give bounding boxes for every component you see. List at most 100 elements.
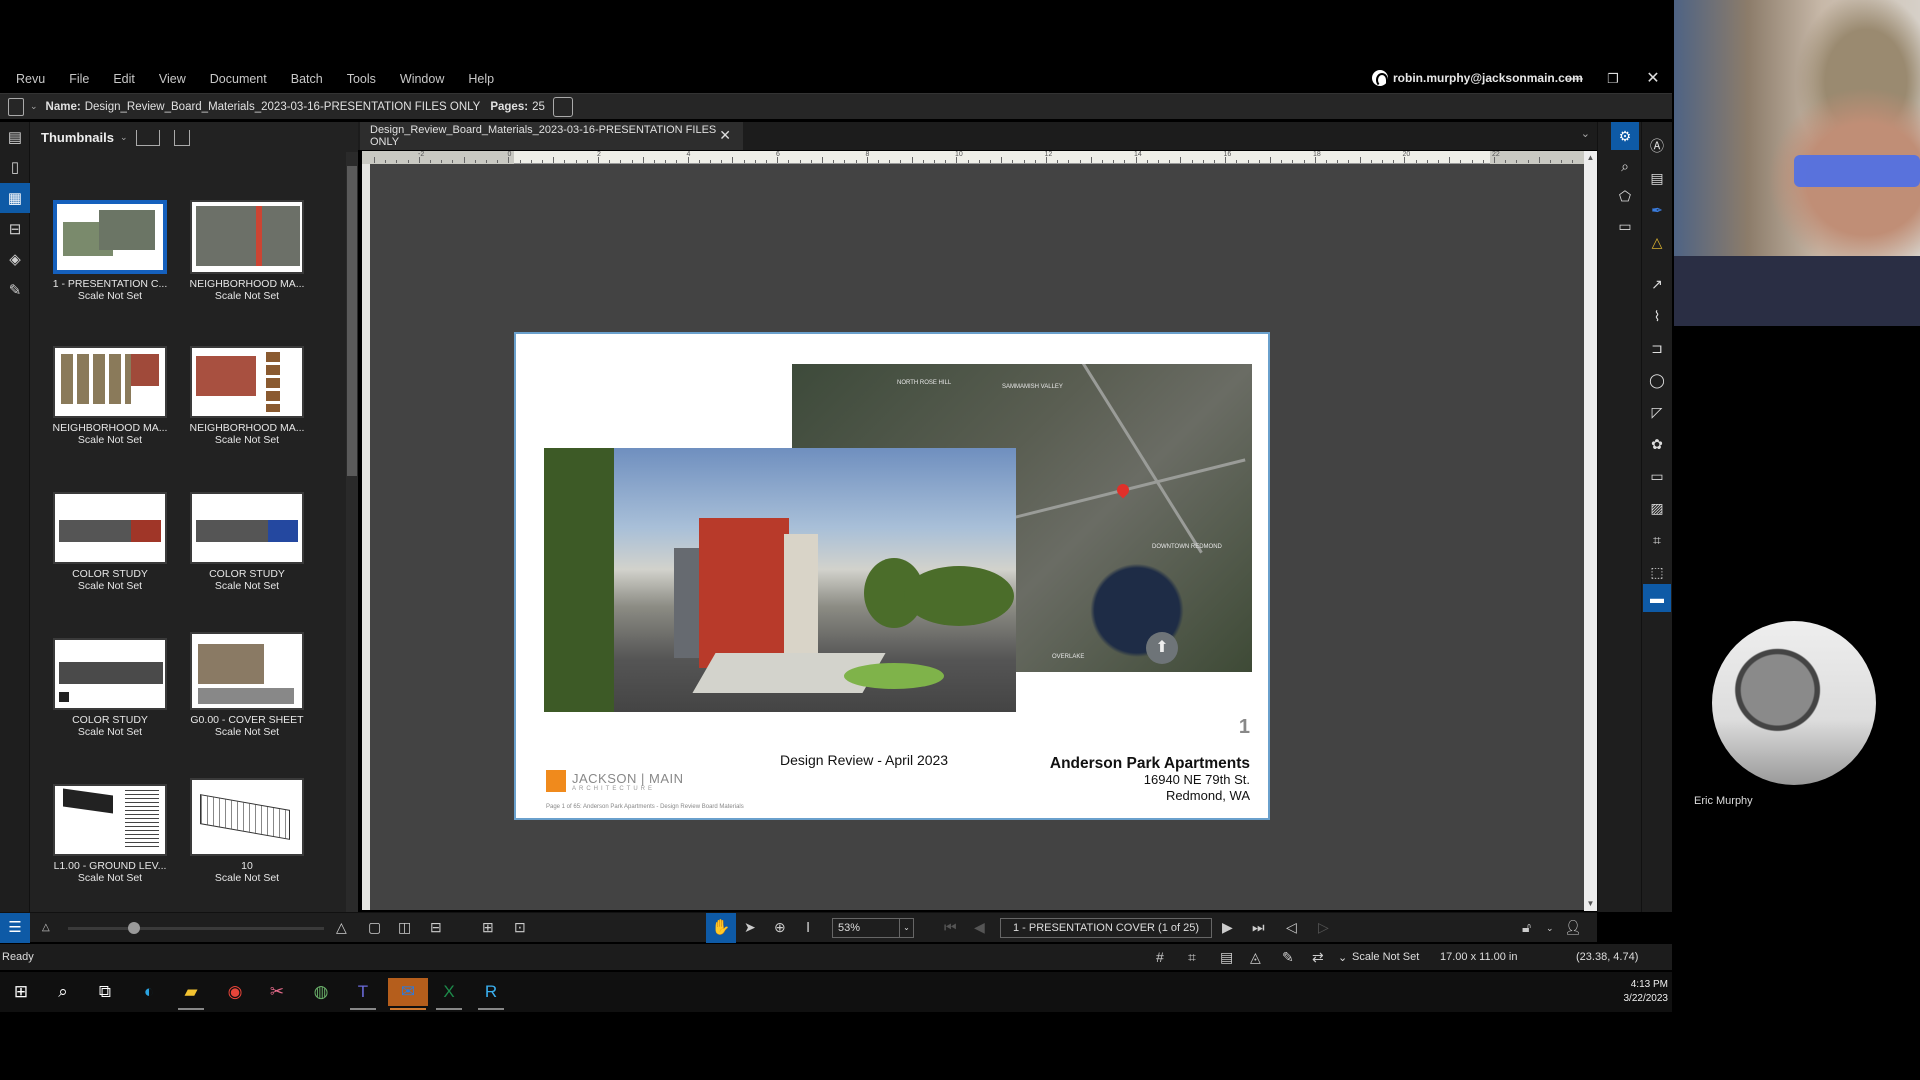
maps-icon[interactable]: ◍ (306, 978, 336, 1006)
grid-icon[interactable]: # (1156, 949, 1164, 965)
menu-revu[interactable]: Revu (16, 72, 45, 86)
menu-edit[interactable]: Edit (113, 72, 135, 86)
thumbnail-page-10[interactable]: 10 Scale Not Set (187, 778, 307, 884)
file-access-icon[interactable]: ▤ (0, 122, 30, 152)
search-icon[interactable]: ⌕ (1611, 152, 1639, 180)
thumbnail-page-8[interactable]: G0.00 - COVER SHEET Scale Not Set (187, 632, 307, 738)
last-page-icon[interactable]: ⏭ (1252, 919, 1265, 936)
polygon-icon[interactable]: ◸ (1643, 398, 1671, 426)
thumbnail-settings-icon[interactable] (174, 130, 190, 146)
pdf-properties-icon[interactable] (552, 96, 573, 117)
edge-icon[interactable]: ◐ (134, 978, 164, 1006)
thumbnail-page-7[interactable]: COLOR STUDY Scale Not Set (50, 638, 170, 738)
reuse-icon[interactable]: ✎ (1282, 949, 1294, 966)
thumbnails-icon[interactable]: ▦ (0, 183, 30, 213)
image-icon[interactable]: ▨ (1643, 494, 1671, 522)
thumbnail-size-icon[interactable] (136, 130, 160, 146)
studio-account[interactable]: robin.murphy@jacksonmain.com (1372, 70, 1583, 87)
note-icon[interactable]: ▤ (1643, 164, 1671, 192)
split-vertical-icon[interactable]: ◫ (398, 919, 411, 936)
menu-batch[interactable]: Batch (291, 72, 323, 86)
studio-icon[interactable]: ⬠ (1611, 182, 1639, 210)
snap-grid-icon[interactable]: ⌗ (1188, 949, 1196, 966)
snapshot-icon[interactable]: ⬚ (1643, 558, 1671, 586)
ellipse-icon[interactable]: ◯ (1643, 366, 1671, 394)
thumbnail-page-9[interactable]: L1.00 - GROUND LEV... Scale Not Set (50, 784, 170, 884)
thumbnail-page-4[interactable]: NEIGHBORHOOD MA... Scale Not Set (187, 346, 307, 446)
previous-view-icon[interactable]: ◁ (1286, 919, 1297, 936)
thumbnail-page-1[interactable]: 1 - PRESENTATION C... Scale Not Set (50, 200, 170, 302)
snipping-tool-icon[interactable]: ✂ (262, 978, 292, 1006)
text-box-icon[interactable]: Ⓐ (1643, 132, 1671, 160)
layers-icon[interactable]: ◈ (0, 244, 30, 274)
user-icon[interactable]: 👤︎ (1564, 919, 1582, 936)
callout-icon[interactable]: ⊐ (1643, 334, 1671, 362)
zoom-level-select[interactable]: 53% ⌄ (832, 918, 914, 938)
system-clock[interactable]: 4:13 PM 3/22/2023 (1620, 978, 1669, 1006)
close-tab-icon[interactable]: ✕ (719, 127, 731, 144)
scroll-up-icon[interactable]: ▲ (1586, 153, 1595, 163)
pan-tool-icon[interactable]: ✋ (706, 913, 736, 943)
sync-icon[interactable]: ⇄ (1312, 949, 1324, 966)
next-view-icon[interactable]: ▷ (1318, 919, 1329, 936)
excel-icon[interactable]: X (434, 978, 464, 1010)
lock-icon[interactable]: 🔓︎ (1522, 919, 1531, 936)
minimize-button[interactable]: — (1560, 68, 1590, 90)
thumbnail-page-2[interactable]: NEIGHBORHOOD MA... Scale Not Set (187, 200, 307, 302)
fit-width-icon[interactable]: ⊡ (514, 919, 526, 936)
menu-window[interactable]: Window (400, 72, 444, 86)
outlook-icon[interactable]: ✉ (388, 978, 428, 1010)
menu-help[interactable]: Help (468, 72, 494, 86)
polyline-icon[interactable]: ⌇ (1643, 302, 1671, 330)
thumbnails-scrollbar[interactable] (346, 152, 358, 912)
slider-knob[interactable] (128, 922, 140, 934)
thumbnail-page-5[interactable]: COLOR STUDY Scale Not Set (50, 492, 170, 592)
fit-page-icon[interactable]: ⊞ (482, 919, 494, 936)
close-button[interactable]: ✕ (1638, 68, 1668, 90)
crop-icon[interactable]: ⌗ (1643, 526, 1671, 554)
chrome-icon[interactable]: ◉ (220, 978, 250, 1006)
menu-view[interactable]: View (159, 72, 186, 86)
cloud-icon[interactable]: ✿ (1643, 430, 1671, 458)
select-text-icon[interactable]: Ⅰ (806, 919, 810, 936)
select-tool-icon[interactable]: ➤ (744, 919, 756, 936)
document-icon[interactable] (8, 97, 24, 116)
menu-tools[interactable]: Tools (347, 72, 376, 86)
search-icon[interactable]: ⌕ (48, 978, 78, 1006)
thumbnail-page-3[interactable]: NEIGHBORHOOD MA... Scale Not Set (50, 346, 170, 446)
highlighter-icon[interactable]: △ (1643, 228, 1671, 256)
scroll-down-icon[interactable]: ▼ (1586, 899, 1595, 909)
menu-file[interactable]: File (69, 72, 89, 86)
next-page-icon[interactable]: ▶ (1222, 919, 1233, 936)
small-thumb-icon[interactable]: △ (42, 922, 50, 933)
restore-button[interactable]: ❐ (1598, 68, 1628, 90)
zoom-tool-icon[interactable]: ⊕ (774, 919, 786, 936)
snap-markup-icon[interactable]: ◬ (1250, 949, 1261, 966)
signatures-icon[interactable]: ✎ (0, 275, 30, 305)
chevron-down-icon[interactable]: ⌄ (1581, 127, 1590, 140)
document-tab[interactable]: Design_Review_Board_Materials_2023-03-16… (360, 122, 743, 150)
chevron-down-icon[interactable]: ⌄ (1546, 923, 1554, 934)
teams-icon[interactable]: T (348, 978, 378, 1010)
measurements-icon[interactable]: ▭ (1611, 212, 1639, 240)
chevron-down-icon[interactable]: ⌄ (899, 919, 913, 937)
scrollbar-thumb[interactable] (347, 166, 357, 476)
list-view-icon[interactable]: ☰ (0, 913, 30, 943)
thumbnail-size-slider[interactable] (68, 922, 324, 934)
previous-page-icon[interactable]: ◀ (974, 919, 985, 936)
large-thumb-icon[interactable]: △ (336, 919, 347, 936)
thumbnails-header[interactable]: Thumbnails ⌄ (41, 130, 128, 145)
chevron-down-icon[interactable]: ⌄ (1338, 951, 1347, 964)
menu-document[interactable]: Document (210, 72, 267, 86)
single-page-icon[interactable]: ▢ (368, 919, 381, 936)
properties-gear-icon[interactable]: ⚙ (1611, 122, 1639, 150)
chevron-down-icon[interactable]: ⌄ (30, 101, 38, 112)
split-horizontal-icon[interactable]: ⊟ (430, 919, 442, 936)
canvas-scrollbar[interactable]: ▲ ▼ (1584, 151, 1597, 911)
first-page-icon[interactable]: ⏮ (944, 919, 957, 936)
start-icon[interactable]: ⊞ (6, 978, 36, 1006)
stamp-icon[interactable]: ▭ (1643, 462, 1671, 490)
toolchest-icon[interactable]: ⊟ (0, 214, 30, 244)
pen-icon[interactable]: ✒ (1643, 196, 1671, 224)
measure-ruler-icon[interactable]: ▬ (1643, 584, 1671, 612)
